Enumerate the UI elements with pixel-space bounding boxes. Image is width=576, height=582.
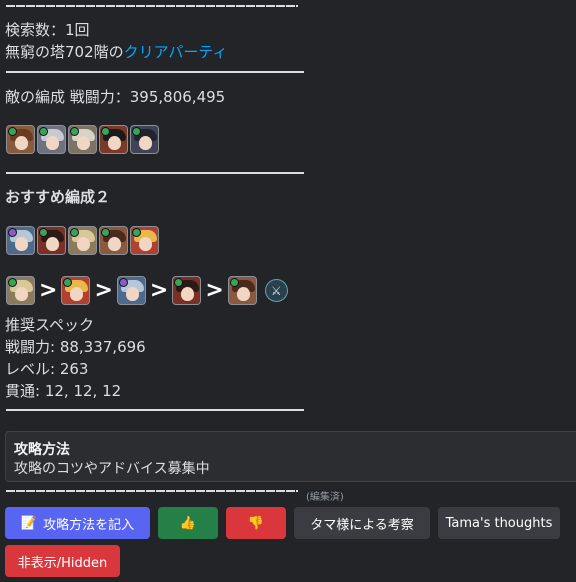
portrait-face bbox=[46, 237, 59, 251]
character-portrait-icon[interactable] bbox=[61, 276, 91, 305]
character-portrait-icon[interactable] bbox=[6, 276, 35, 305]
element-badge-icon bbox=[101, 127, 110, 136]
soul-weapon-icon[interactable]: ⚔ bbox=[264, 279, 288, 302]
divider-1 bbox=[6, 71, 304, 73]
element-badge-icon bbox=[132, 127, 141, 136]
tower-prefix: 無窮の塔702階の bbox=[5, 43, 124, 61]
tama-thoughts-button[interactable]: Tama's thoughts bbox=[438, 507, 560, 539]
element-badge-icon bbox=[70, 127, 79, 136]
search-count: 検索数：1回 bbox=[5, 21, 90, 39]
level-stat: レベル: 263 bbox=[5, 360, 89, 378]
portrait-face bbox=[46, 136, 59, 150]
element-badge-icon bbox=[70, 228, 79, 237]
character-portrait-icon[interactable] bbox=[68, 226, 97, 255]
thumbs-up-icon: 👍 bbox=[179, 515, 197, 531]
portrait-face bbox=[77, 237, 90, 251]
strategy-embed: 攻略方法 攻略のコツやアドバイス募集中 bbox=[5, 431, 576, 482]
element-badge-icon bbox=[101, 228, 110, 237]
character-portrait-icon[interactable] bbox=[6, 125, 35, 154]
element-badge-icon bbox=[229, 278, 239, 287]
power-stat: 戦闘力: 88,337,696 bbox=[5, 338, 146, 356]
element-badge-icon bbox=[118, 278, 128, 287]
hide-button[interactable]: 非表示/Hidden bbox=[5, 545, 120, 577]
embed-description: 攻略のコツやアドバイス募集中 bbox=[14, 461, 210, 477]
tama-thoughts-label: Tama's thoughts bbox=[445, 515, 553, 531]
recommend-title: おすすめ編成２ bbox=[5, 188, 111, 206]
character-portrait-icon[interactable] bbox=[130, 125, 159, 154]
penetration-stat: 貫通: 12, 12, 12 bbox=[5, 382, 122, 400]
character-portrait-icon[interactable] bbox=[227, 276, 257, 305]
element-badge-icon bbox=[39, 127, 48, 136]
order-arrow-icon: > bbox=[94, 278, 113, 303]
turn-order-row: > > > > ⚔ bbox=[6, 276, 288, 305]
spec-title: 推奨スペック bbox=[5, 316, 94, 334]
portrait-face bbox=[108, 136, 121, 150]
character-portrait-icon[interactable] bbox=[116, 276, 146, 305]
enemy-team-row bbox=[6, 125, 159, 154]
divider-2 bbox=[6, 172, 304, 174]
hide-label: 非表示/Hidden bbox=[17, 555, 108, 571]
edited-tag: (編集済) bbox=[306, 492, 344, 503]
embed-title: 攻略方法 bbox=[14, 442, 70, 458]
portrait-face bbox=[236, 287, 250, 301]
divider-3 bbox=[6, 409, 304, 411]
element-badge-icon bbox=[39, 228, 48, 237]
portrait-face bbox=[139, 237, 152, 251]
portrait-face bbox=[77, 136, 90, 150]
element-badge-icon bbox=[8, 228, 17, 237]
order-arrow-icon: > bbox=[39, 278, 58, 303]
write-strategy-label: 攻略方法を記入 bbox=[43, 517, 135, 533]
portrait-face bbox=[181, 287, 195, 301]
character-portrait-icon[interactable] bbox=[99, 226, 128, 255]
element-badge-icon bbox=[132, 228, 141, 237]
portrait-face bbox=[15, 287, 28, 301]
clear-party-link[interactable]: クリアパーティ bbox=[124, 43, 228, 61]
enemy-power: 敵の編成 戦闘力：395,806,495 bbox=[5, 88, 226, 106]
character-portrait-icon[interactable] bbox=[99, 125, 128, 154]
element-badge-icon bbox=[8, 127, 17, 136]
character-portrait-icon[interactable] bbox=[6, 226, 35, 255]
character-portrait-icon[interactable] bbox=[37, 226, 66, 255]
bottom-divider bbox=[6, 490, 298, 492]
character-portrait-icon[interactable] bbox=[68, 125, 97, 154]
portrait-face bbox=[15, 237, 28, 251]
character-portrait-icon[interactable] bbox=[130, 226, 159, 255]
thumbs-down-icon: 👎 bbox=[247, 515, 265, 531]
order-arrow-icon: > bbox=[149, 278, 169, 303]
portrait-face bbox=[108, 237, 121, 251]
portrait-face bbox=[15, 136, 28, 150]
order-arrow-icon: > bbox=[205, 278, 224, 303]
tama-analysis-label: タマ様による考察 bbox=[310, 517, 414, 533]
tama-analysis-button[interactable]: タマ様による考察 bbox=[294, 507, 430, 539]
element-badge-icon bbox=[8, 278, 17, 287]
portrait-face bbox=[125, 287, 139, 301]
thumbs-down-button[interactable]: 👎 bbox=[226, 507, 286, 539]
top-divider bbox=[6, 5, 298, 7]
recommended-team-row bbox=[6, 226, 159, 255]
tower-clear-line: 無窮の塔702階のクリアパーティ bbox=[5, 42, 227, 62]
memo-icon: 📝 bbox=[20, 515, 38, 531]
character-portrait-icon[interactable] bbox=[172, 276, 202, 305]
portrait-face bbox=[139, 136, 152, 150]
write-strategy-button[interactable]: 📝 攻略方法を記入 bbox=[5, 507, 150, 539]
character-portrait-icon[interactable] bbox=[37, 125, 66, 154]
thumbs-up-button[interactable]: 👍 bbox=[158, 507, 218, 539]
portrait-face bbox=[70, 287, 84, 301]
